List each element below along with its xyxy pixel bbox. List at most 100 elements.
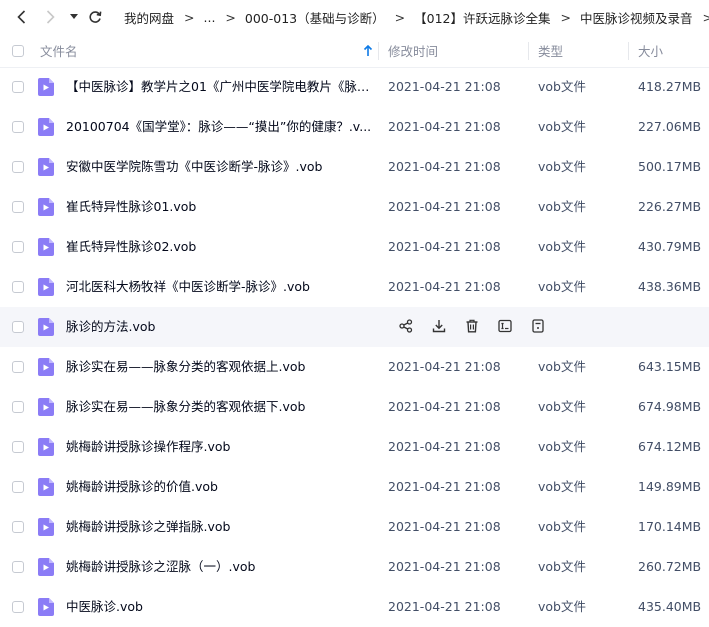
video-file-icon	[38, 78, 54, 96]
delete-button[interactable]	[462, 317, 482, 337]
file-row[interactable]: 20100704《国学堂》：脉诊——“摸出”你的健康？.v... 2021-04-…	[0, 107, 709, 147]
row-checkbox[interactable]	[12, 321, 24, 333]
file-row[interactable]: 脉诊实在易——脉象分类的客观依据上.vob 2021-04-21 21:08 vob…	[0, 347, 709, 387]
file-modified-time: 2021-04-21 21:08	[388, 519, 501, 534]
file-row[interactable]: 【中医脉诊】教学片之01《广州中医学院电教片《脉诊... 2021-04-21 2…	[0, 67, 709, 107]
file-name[interactable]: 中医脉诊.vob	[66, 587, 374, 627]
share-icon	[399, 318, 413, 336]
file-name[interactable]: 脉诊实在易——脉象分类的客观依据上.vob	[66, 347, 374, 387]
file-size: 149.89MB	[638, 479, 702, 494]
breadcrumb-item[interactable]: 我的网盘	[124, 8, 174, 27]
file-row[interactable]: 安徽中医学院陈雪功《中医诊断学-脉诊》.vob 2021-04-21 21:08 v…	[0, 147, 709, 187]
file-name[interactable]: 脉诊的方法.vob	[66, 307, 374, 347]
file-modified-time: 2021-04-21 21:08	[388, 599, 501, 614]
row-checkbox[interactable]	[12, 161, 24, 173]
breadcrumb-item[interactable]: 中医脉诊视频及录音	[580, 8, 693, 27]
column-header-size[interactable]: 大小	[638, 34, 663, 67]
video-file-icon	[38, 158, 54, 176]
file-size: 418.27MB	[638, 79, 702, 94]
file-type: vob文件	[538, 279, 586, 294]
file-size: 438.36MB	[638, 279, 702, 294]
row-checkbox[interactable]	[12, 561, 24, 573]
file-row[interactable]: 中医脉诊.vob 2021-04-21 21:08 vob文件 435.40MB	[0, 587, 709, 627]
video-file-icon	[38, 478, 54, 496]
file-type: vob文件	[538, 359, 586, 374]
file-modified-time: 2021-04-21 21:08	[388, 239, 501, 254]
file-name[interactable]: 20100704《国学堂》：脉诊——“摸出”你的健康？.v...	[66, 107, 374, 147]
row-checkbox[interactable]	[12, 81, 24, 93]
row-checkbox[interactable]	[12, 281, 24, 293]
refresh-icon	[89, 11, 102, 23]
file-row[interactable]: 姚梅龄讲授脉诊之涩脉（一）.vob 2021-04-21 21:08 vob文件 26…	[0, 547, 709, 587]
column-divider	[628, 42, 629, 60]
sort-indicator[interactable]	[363, 34, 373, 67]
column-header-type[interactable]: 类型	[538, 34, 563, 67]
file-name[interactable]: 安徽中医学院陈雪功《中医诊断学-脉诊》.vob	[66, 147, 374, 187]
row-checkbox[interactable]	[12, 481, 24, 493]
column-header-name[interactable]: 文件名	[40, 34, 78, 67]
file-name[interactable]: 姚梅龄讲授脉诊之涩脉（一）.vob	[66, 547, 374, 587]
file-name[interactable]: 河北医科大杨牧祥《中医诊断学-脉诊》.vob	[66, 267, 374, 307]
file-row[interactable]: 崔氏特异性脉诊02.vob 2021-04-21 21:08 vob文件 430.79…	[0, 227, 709, 267]
file-row[interactable]: 脉诊的方法.vob	[0, 307, 709, 347]
file-row[interactable]: 脉诊实在易——脉象分类的客观依据下.vob 2021-04-21 21:08 vob…	[0, 387, 709, 427]
file-row[interactable]: 崔氏特异性脉诊01.vob 2021-04-21 21:08 vob文件 226.27…	[0, 187, 709, 227]
file-type: vob文件	[538, 519, 586, 534]
row-checkbox[interactable]	[12, 201, 24, 213]
breadcrumb: 我的网盘 >... >000-013（基础与诊断） > 【012】许跃远脉诊全集 > 中医脉…	[124, 0, 709, 34]
breadcrumb-item[interactable]: 000-013（基础与诊断）	[245, 8, 385, 27]
file-row[interactable]: 姚梅龄讲授脉诊操作程序.vob 2021-04-21 21:08 vob文件 674.…	[0, 427, 709, 467]
breadcrumb-item[interactable]: 【012】许跃远脉诊全集	[414, 8, 550, 27]
file-name[interactable]: 姚梅龄讲授脉诊操作程序.vob	[66, 427, 374, 467]
file-type: vob文件	[538, 239, 586, 254]
file-name[interactable]: 脉诊实在易——脉象分类的客观依据下.vob	[66, 387, 374, 427]
refresh-button[interactable]	[86, 7, 104, 27]
breadcrumb-separator: >	[560, 9, 571, 25]
breadcrumb-separator: >	[394, 9, 406, 25]
file-size: 643.15MB	[638, 359, 702, 374]
file-size: 226.27MB	[638, 199, 702, 214]
video-file-icon	[38, 518, 54, 536]
file-size: 260.72MB	[638, 559, 702, 574]
chevron-right-icon	[46, 10, 55, 24]
more-button[interactable]	[528, 317, 548, 337]
file-name[interactable]: 姚梅龄讲授脉诊的价值.vob	[66, 467, 374, 507]
file-size: 170.14MB	[638, 519, 702, 534]
file-name[interactable]: 崔氏特异性脉诊02.vob	[66, 227, 374, 267]
rename-icon	[498, 319, 512, 336]
back-button[interactable]	[14, 7, 28, 27]
video-file-icon	[38, 558, 54, 576]
more-icon	[531, 318, 545, 336]
row-checkbox[interactable]	[12, 121, 24, 133]
row-checkbox[interactable]	[12, 521, 24, 533]
share-button[interactable]	[396, 317, 416, 337]
file-row[interactable]: 姚梅龄讲授脉诊的价值.vob 2021-04-21 21:08 vob文件 149.8…	[0, 467, 709, 507]
rename-button[interactable]	[495, 317, 515, 337]
select-all-checkbox[interactable]	[12, 45, 24, 57]
history-dropdown-button[interactable]	[67, 7, 81, 27]
forward-button[interactable]	[43, 7, 57, 27]
row-checkbox[interactable]	[12, 441, 24, 453]
row-checkbox[interactable]	[12, 601, 24, 613]
file-type: vob文件	[538, 559, 586, 574]
download-button[interactable]	[429, 317, 449, 337]
sort-up-arrow-icon	[363, 44, 373, 56]
file-modified-time: 2021-04-21 21:08	[388, 279, 501, 294]
breadcrumb-item[interactable]: ...	[204, 10, 216, 25]
file-name[interactable]: 崔氏特异性脉诊01.vob	[66, 187, 374, 227]
file-name[interactable]: 姚梅龄讲授脉诊之弹指脉.vob	[66, 507, 374, 547]
file-size: 430.79MB	[638, 239, 702, 254]
row-checkbox[interactable]	[12, 401, 24, 413]
column-header-modified[interactable]: 修改时间	[388, 34, 438, 67]
file-type: vob文件	[538, 79, 586, 94]
file-row[interactable]: 河北医科大杨牧祥《中医诊断学-脉诊》.vob 2021-04-21 21:08 vo…	[0, 267, 709, 307]
file-row[interactable]: 姚梅龄讲授脉诊之弹指脉.vob 2021-04-21 21:08 vob文件 170.…	[0, 507, 709, 547]
file-modified-time: 2021-04-21 21:08	[388, 559, 501, 574]
breadcrumb-separator: >	[702, 9, 709, 25]
row-checkbox[interactable]	[12, 361, 24, 373]
file-name[interactable]: 【中医脉诊】教学片之01《广州中医学院电教片《脉诊...	[66, 67, 374, 107]
row-checkbox[interactable]	[12, 241, 24, 253]
file-modified-time: 2021-04-21 21:08	[388, 399, 501, 414]
caret-down-icon	[70, 14, 78, 19]
file-modified-time: 2021-04-21 21:08	[388, 79, 501, 94]
